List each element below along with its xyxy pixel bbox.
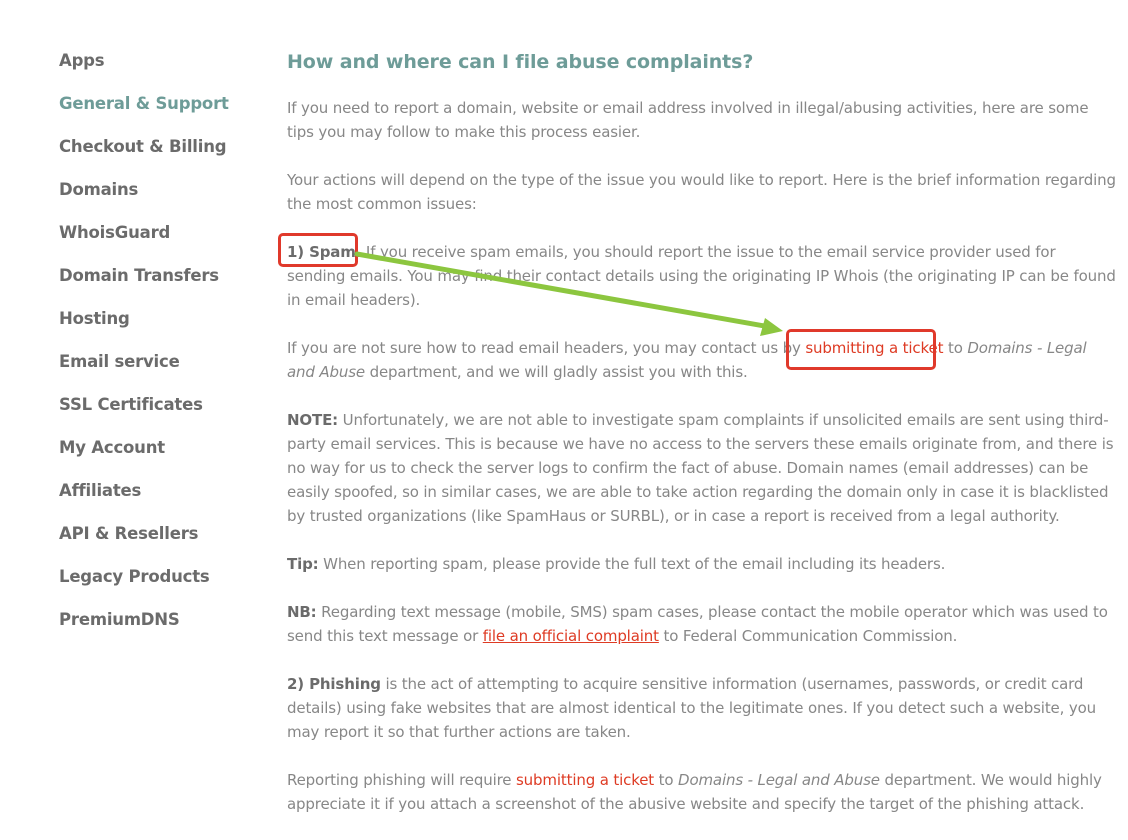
sidebar-item-email-service[interactable]: Email service: [59, 349, 259, 392]
sidebar-item-general-support[interactable]: General & Support: [59, 91, 259, 134]
intro-paragraph: If you need to report a domain, website …: [287, 99, 1089, 141]
tip-paragraph: Tip: When reporting spam, please provide…: [287, 552, 1117, 576]
headers-text-middle: to: [943, 339, 968, 357]
sidebar-item-ssl-certificates[interactable]: SSL Certificates: [59, 392, 259, 435]
sidebar-item-domains[interactable]: Domains: [59, 177, 259, 220]
sidebar-item-affiliates[interactable]: Affiliates: [59, 478, 259, 521]
note-paragraph: NOTE: Unfortunately, we are not able to …: [287, 408, 1117, 528]
sidebar-nav: Apps General & Support Checkout & Billin…: [59, 48, 259, 650]
sidebar-item-premiumdns[interactable]: PremiumDNS: [59, 607, 259, 650]
nb-label: NB:: [287, 603, 317, 621]
note-label: NOTE:: [287, 411, 339, 429]
sidebar-item-my-account[interactable]: My Account: [59, 435, 259, 478]
annotation-box-ticket: [786, 329, 936, 370]
department-name-phishing: Domains - Legal and Abuse: [678, 771, 880, 789]
sidebar-item-legacy-products[interactable]: Legacy Products: [59, 564, 259, 607]
tip-text: When reporting spam, please provide the …: [318, 555, 946, 573]
tip-label: Tip:: [287, 555, 319, 573]
article: How and where can I file abuse complaint…: [287, 48, 1117, 840]
headers-paragraph: If you are not sure how to read email he…: [287, 336, 1117, 384]
phishing-paragraph: 2) Phishing is the act of attempting to …: [287, 672, 1117, 744]
submit-ticket-link-phishing[interactable]: submitting a ticket: [516, 771, 654, 789]
phishing-label: 2) Phishing: [287, 675, 381, 693]
sidebar-item-checkout-billing[interactable]: Checkout & Billing: [59, 134, 259, 177]
phishing-report-middle: to: [654, 771, 679, 789]
article-title: How and where can I file abuse complaint…: [287, 51, 754, 73]
actions-paragraph: Your actions will depend on the type of …: [287, 171, 1116, 213]
nb-paragraph: NB: Regarding text message (mobile, SMS)…: [287, 600, 1117, 648]
spam-paragraph: 1) Spam. If you receive spam emails, you…: [287, 240, 1117, 312]
phishing-report-text: Reporting phishing will require: [287, 771, 517, 789]
phishing-text: is the act of attempting to acquire sens…: [287, 675, 1096, 741]
nb-text-after: to Federal Communication Commission.: [658, 627, 958, 645]
sidebar-item-hosting[interactable]: Hosting: [59, 306, 259, 349]
sidebar-item-whoisguard[interactable]: WhoisGuard: [59, 220, 259, 263]
headers-text-after: department, and we will gladly assist yo…: [364, 363, 748, 381]
sidebar-item-apps[interactable]: Apps: [59, 48, 259, 91]
file-complaint-link[interactable]: file an official complaint: [483, 627, 659, 645]
spam-text: If you receive spam emails, you should r…: [287, 243, 1116, 309]
annotation-box-spam: [278, 233, 358, 267]
headers-text: If you are not sure how to read email he…: [287, 339, 806, 357]
sidebar-item-api-resellers[interactable]: API & Resellers: [59, 521, 259, 564]
note-text: Unfortunately, we are not able to invest…: [287, 411, 1114, 525]
sidebar-item-domain-transfers[interactable]: Domain Transfers: [59, 263, 259, 306]
phishing-report-paragraph: Reporting phishing will require submitti…: [287, 768, 1117, 816]
